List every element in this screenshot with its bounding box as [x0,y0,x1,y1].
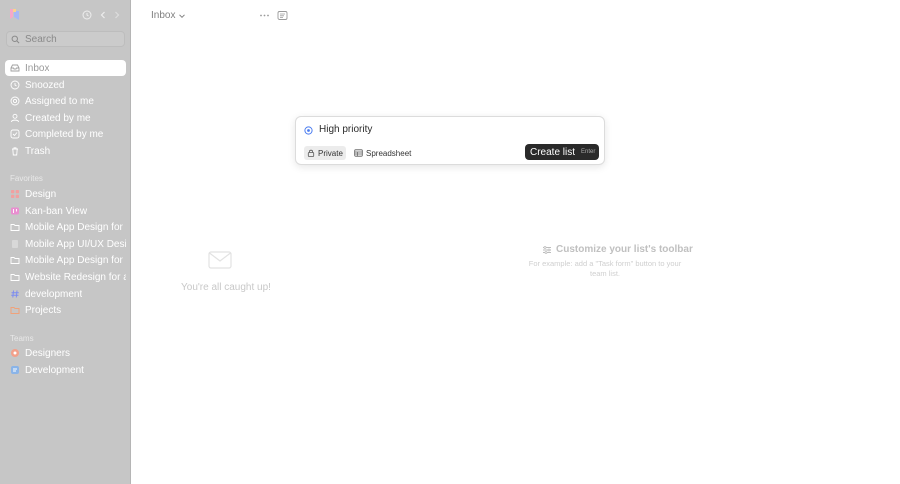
status-circle-icon[interactable] [304,126,313,135]
check-icon [10,129,20,139]
page-title-text: Inbox [151,10,176,21]
envelope-icon [208,251,232,269]
sidebar-item-label: Development [25,364,84,376]
team-item-development[interactable]: Development [5,362,126,378]
sidebar-item-label: development [25,288,83,300]
chevron-left-icon[interactable] [98,10,108,20]
favorite-item-website-redesign[interactable]: Website Redesign for a C [5,269,126,285]
sidebar-item-label: Projects [25,304,62,316]
trash-icon [10,146,20,156]
folder-icon [10,255,20,265]
board-icon [10,206,20,216]
favorites-heading: Favorites [10,174,43,183]
page-title[interactable]: Inbox [151,10,186,21]
sliders-icon [543,245,551,254]
more-options-icon[interactable] [259,10,270,21]
sidebar-item-completed[interactable]: Completed by me [5,126,126,142]
sidebar-item-label: Design [25,188,57,200]
favorite-item-mobile-app-1[interactable]: Mobile App Design for Pr [5,219,126,235]
file-icon [10,239,20,249]
favorite-item-development[interactable]: development [5,286,126,302]
teams-heading: Teams [10,334,34,343]
create-list-dialog: Private Spreadsheet Create list Enter [295,116,605,165]
sidebar-item-inbox[interactable]: Inbox [5,60,126,76]
sidebar-item-label: Assigned to me [25,95,94,107]
clock-icon [10,80,20,90]
favorite-item-kanban[interactable]: Kan-ban View [5,203,126,219]
customize-toolbar-description: For example: add a "Task form" button to… [528,259,682,278]
create-list-button[interactable]: Create list Enter [525,144,599,160]
sidebar-item-label: Completed by me [25,128,104,140]
chevron-right-icon[interactable] [112,10,122,20]
folder-icon [10,222,20,232]
sidebar-item-label: Trash [25,145,51,157]
filter-list-icon[interactable] [277,10,288,21]
view-type-selector[interactable]: Spreadsheet [351,146,414,160]
create-list-label: Create list [530,146,576,158]
team-designers-icon [10,348,20,358]
sidebar-item-label: Kan-ban View [25,205,88,217]
search-icon [11,35,20,43]
sidebar-item-snoozed[interactable]: Snoozed [5,77,126,93]
history-icon[interactable] [82,10,92,20]
customize-title-text: Customize your list's toolbar [556,244,693,255]
privacy-label: Private [318,148,343,158]
sidebar-item-label: Snoozed [25,79,65,91]
team-item-designers[interactable]: Designers [5,345,126,361]
team-development-icon [10,365,20,375]
favorite-item-mobile-app-uiux[interactable]: Mobile App UI/UX Design [5,236,126,252]
enter-shortcut-hint: Enter [581,149,596,155]
favorite-item-mobile-app-2[interactable]: Mobile App Design for Pr [5,252,126,268]
lock-icon [307,149,315,157]
empty-state-text: You're all caught up! [181,282,271,293]
favorite-item-design[interactable]: Design [5,186,126,202]
view-type-label: Spreadsheet [366,148,412,158]
sidebar: Inbox Snoozed Assigned to me Created by … [0,0,131,484]
privacy-toggle[interactable]: Private [304,146,346,160]
sidebar-item-label: Mobile App Design for Pr [25,221,126,233]
sidebar-item-label: Inbox [25,62,50,74]
at-icon [10,96,20,106]
hash-icon [10,289,20,299]
folder-icon [10,305,20,315]
sidebar-item-trash[interactable]: Trash [5,143,126,159]
sidebar-item-label: Designers [25,347,71,359]
spreadsheet-icon [354,149,363,157]
sidebar-item-label: Created by me [25,112,91,124]
sidebar-item-created[interactable]: Created by me [5,110,126,126]
user-icon [10,113,20,123]
folder-icon [10,272,20,282]
customize-toolbar-title[interactable]: Customize your list's toolbar [542,244,693,255]
app-logo-icon[interactable] [8,8,21,21]
favorite-item-projects[interactable]: Projects [5,302,126,318]
list-name-input[interactable] [319,124,519,135]
search-input[interactable] [25,33,115,45]
sidebar-item-label: Mobile App Design for Pr [25,254,126,266]
search-box[interactable] [6,31,125,47]
grid-icon [10,189,20,199]
sidebar-item-assigned[interactable]: Assigned to me [5,93,126,109]
inbox-icon [10,63,20,73]
sidebar-item-label: Website Redesign for a C [25,271,126,283]
chevron-down-icon [179,13,186,18]
sidebar-item-label: Mobile App UI/UX Design [25,238,126,250]
